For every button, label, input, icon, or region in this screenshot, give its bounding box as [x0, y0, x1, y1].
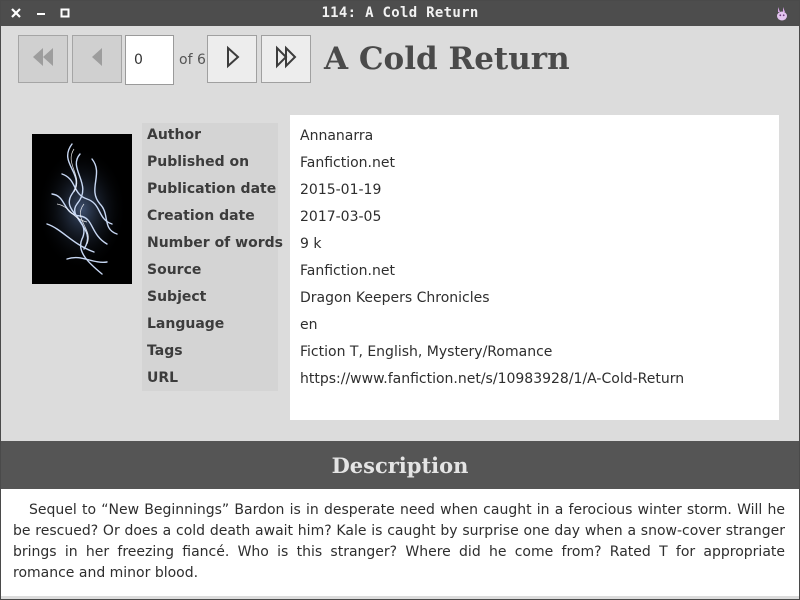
tags-label: Tags [147, 343, 183, 359]
next-page-button[interactable] [207, 35, 257, 83]
description-text: Sequel to “New Beginnings” Bardon is in … [1, 489, 799, 596]
subject-value: Dragon Keepers Chronicles [300, 290, 490, 306]
url-label: URL [147, 370, 179, 386]
published-on-value: Fanfiction.net [300, 155, 395, 171]
language-label: Language [147, 316, 225, 332]
number-of-words-label: Number of words [147, 235, 283, 251]
page-count-label: of 6 [179, 52, 206, 68]
subject-label: Subject [147, 289, 207, 305]
skip-to-last-icon [273, 45, 299, 73]
publication-date-label: Publication date [147, 181, 277, 197]
metadata-values-panel: Annanarra Fanfiction.net 2015-01-19 2017… [290, 115, 779, 420]
number-of-words-value: 9 k [300, 236, 322, 252]
publication-date-value: 2015-01-19 [300, 182, 382, 198]
source-value: Fanfiction.net [300, 263, 395, 279]
tags-value: Fiction T, English, Mystery/Romance [300, 344, 553, 360]
source-label: Source [147, 262, 202, 278]
previous-icon [87, 45, 107, 73]
skip-to-first-icon [30, 45, 56, 73]
page-number-input[interactable] [125, 35, 174, 85]
app-window: 114: A Cold Return of 6 [0, 0, 800, 600]
app-logo-icon [775, 6, 789, 21]
description-header: Description [1, 441, 799, 489]
description-heading: Description [331, 452, 469, 478]
title-bar: 114: A Cold Return [1, 1, 799, 26]
creation-date-label: Creation date [147, 208, 255, 224]
url-value[interactable]: https://www.fanfiction.net/s/10983928/1/… [300, 371, 684, 387]
creation-date-value: 2017-03-05 [300, 209, 382, 225]
language-value: en [300, 317, 318, 333]
book-title: A Cold Return [324, 41, 570, 77]
previous-page-button[interactable] [72, 35, 122, 83]
next-icon [222, 45, 242, 73]
last-page-button[interactable] [261, 35, 311, 83]
author-value: Annanarra [300, 128, 374, 144]
published-on-label: Published on [147, 154, 250, 170]
window-title: 114: A Cold Return [321, 5, 479, 21]
author-label: Author [147, 127, 201, 143]
book-cover-image [32, 134, 132, 284]
first-page-button[interactable] [18, 35, 68, 83]
metadata-labels-panel: Author Published on Publication date Cre… [142, 123, 283, 391]
